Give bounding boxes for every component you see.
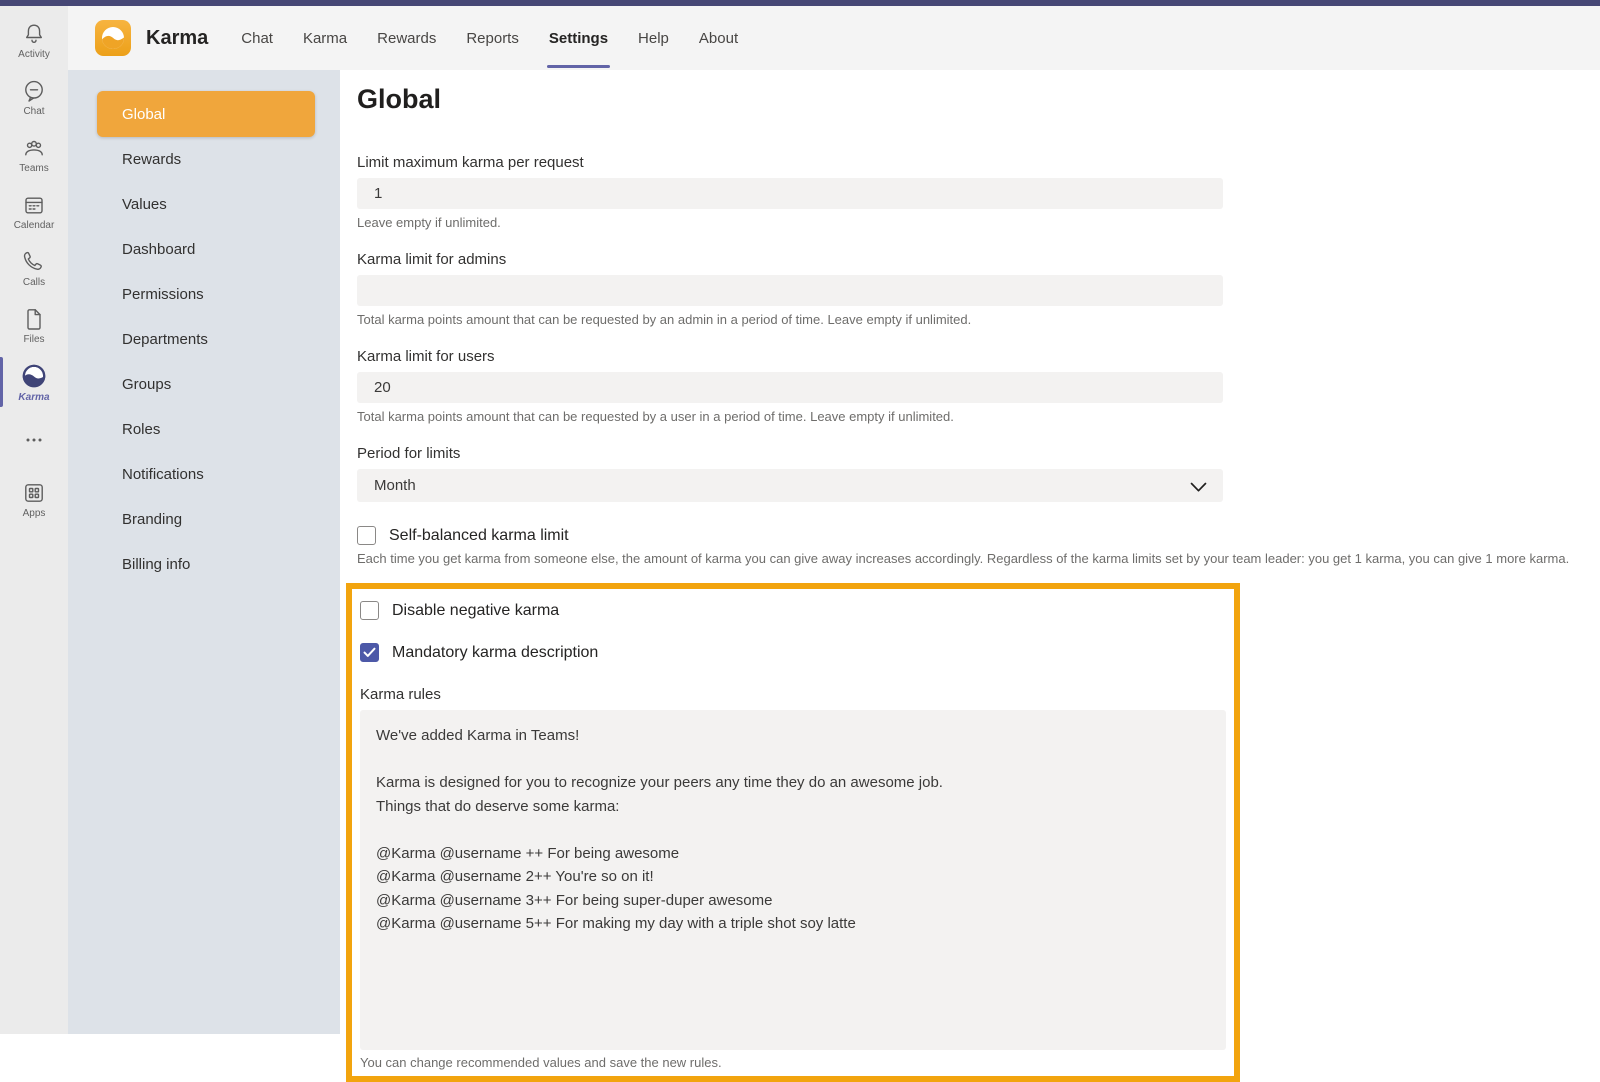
karma-limit-users-label: Karma limit for users [357, 348, 1223, 365]
limit-max-karma-label: Limit maximum karma per request [357, 154, 1223, 171]
rail-item-apps[interactable]: Apps [0, 471, 68, 528]
settings-global-panel: Global Limit maximum karma per request 1… [340, 70, 1600, 1034]
rail-item-label: Teams [19, 163, 48, 174]
limit-max-karma-input[interactable]: 1 [357, 178, 1223, 209]
settings-sidebar: Global Rewards Values Dashboard Permissi… [68, 70, 340, 1034]
field-self-balanced: Self-balanced karma limit Each time you … [357, 526, 1223, 566]
chat-icon [21, 78, 47, 104]
sidebar-item-values[interactable]: Values [68, 182, 340, 227]
karma-rules-hint: You can change recommended values and sa… [360, 1055, 1226, 1070]
field-limit-max-karma: Limit maximum karma per request 1 Leave … [357, 154, 1223, 230]
calendar-icon [21, 192, 47, 218]
sidebar-item-permissions[interactable]: Permissions [68, 272, 340, 317]
file-icon [21, 306, 47, 332]
period-for-limits-select[interactable]: Month [357, 469, 1223, 502]
period-for-limits-value: Month [374, 477, 416, 494]
karma-limit-admins-hint: Total karma points amount that can be re… [357, 312, 1223, 327]
field-karma-limit-admins: Karma limit for admins Total karma point… [357, 251, 1223, 327]
app-tab-bar: Chat Karma Rewards Reports Settings Help… [226, 6, 753, 70]
karma-limit-users-input[interactable]: 20 [357, 372, 1223, 403]
disable-negative-label: Disable negative karma [392, 602, 559, 620]
rail-item-label: Activity [18, 49, 50, 60]
sidebar-item-notifications[interactable]: Notifications [68, 452, 340, 497]
sidebar-item-departments[interactable]: Departments [68, 317, 340, 362]
tab-settings[interactable]: Settings [534, 6, 623, 70]
disable-negative-checkbox[interactable] [360, 601, 379, 620]
rail-item-calls[interactable]: Calls [0, 240, 68, 297]
page-title: Global [357, 84, 1223, 114]
karma-icon [20, 362, 48, 390]
rail-item-calendar[interactable]: Calendar [0, 183, 68, 240]
teams-app-rail: Activity Chat Teams [0, 6, 68, 1034]
rail-item-karma[interactable]: Karma [0, 354, 68, 411]
rail-item-label: Karma [18, 392, 49, 403]
tab-reports[interactable]: Reports [451, 6, 534, 70]
app-title: Karma [146, 27, 208, 50]
karma-limit-users-hint: Total karma points amount that can be re… [357, 409, 1223, 424]
mandatory-description-label: Mandatory karma description [392, 644, 598, 662]
self-balanced-checkbox[interactable] [357, 526, 376, 545]
karma-app-logo-icon [95, 20, 131, 56]
rail-item-label: Calendar [14, 220, 55, 231]
karma-limit-admins-input[interactable] [357, 275, 1223, 306]
highlighted-section: Disable negative karma Mandatory karma d… [346, 583, 1240, 1082]
sidebar-item-billing-info[interactable]: Billing info [68, 542, 340, 587]
karma-rules-label: Karma rules [360, 686, 1226, 703]
field-karma-limit-users: Karma limit for users 20 Total karma poi… [357, 348, 1223, 424]
app-header: Karma Chat Karma Rewards Reports Setting… [68, 6, 1600, 70]
tab-karma[interactable]: Karma [288, 6, 362, 70]
rail-item-activity[interactable]: Activity [0, 12, 68, 69]
self-balanced-hint: Each time you get karma from someone els… [357, 551, 1547, 566]
rail-item-files[interactable]: Files [0, 297, 68, 354]
sidebar-item-groups[interactable]: Groups [68, 362, 340, 407]
apps-grid-icon [21, 480, 47, 506]
tab-help[interactable]: Help [623, 6, 684, 70]
period-for-limits-label: Period for limits [357, 445, 1223, 462]
sidebar-item-roles[interactable]: Roles [68, 407, 340, 452]
phone-icon [21, 249, 47, 275]
sidebar-item-global[interactable]: Global [97, 91, 315, 137]
rail-item-teams[interactable]: Teams [0, 126, 68, 183]
self-balanced-checkbox-row[interactable]: Self-balanced karma limit [357, 526, 1223, 545]
rail-item-label: Calls [23, 277, 45, 288]
mandatory-description-checkbox[interactable] [360, 643, 379, 662]
bell-icon [21, 21, 47, 47]
sidebar-item-branding[interactable]: Branding [68, 497, 340, 542]
more-ellipsis-icon [21, 427, 47, 453]
rail-item-label: Apps [23, 508, 46, 519]
rail-item-label: Chat [23, 106, 44, 117]
tab-rewards[interactable]: Rewards [362, 6, 451, 70]
tab-about[interactable]: About [684, 6, 753, 70]
chevron-down-icon [1190, 480, 1207, 497]
mandatory-description-checkbox-row[interactable]: Mandatory karma description [360, 643, 1226, 662]
disable-negative-checkbox-row[interactable]: Disable negative karma [360, 601, 1226, 620]
teams-icon [21, 135, 47, 161]
sidebar-item-rewards[interactable]: Rewards [68, 137, 340, 182]
rail-item-chat[interactable]: Chat [0, 69, 68, 126]
tab-chat[interactable]: Chat [226, 6, 288, 70]
sidebar-item-dashboard[interactable]: Dashboard [68, 227, 340, 272]
self-balanced-label: Self-balanced karma limit [389, 527, 569, 545]
rail-item-more[interactable] [0, 419, 68, 461]
rail-item-label: Files [23, 334, 44, 345]
field-period-for-limits: Period for limits Month [357, 445, 1223, 502]
karma-rules-textarea[interactable]: We've added Karma in Teams! Karma is des… [360, 710, 1226, 1050]
karma-limit-admins-label: Karma limit for admins [357, 251, 1223, 268]
limit-max-karma-hint: Leave empty if unlimited. [357, 215, 1223, 230]
